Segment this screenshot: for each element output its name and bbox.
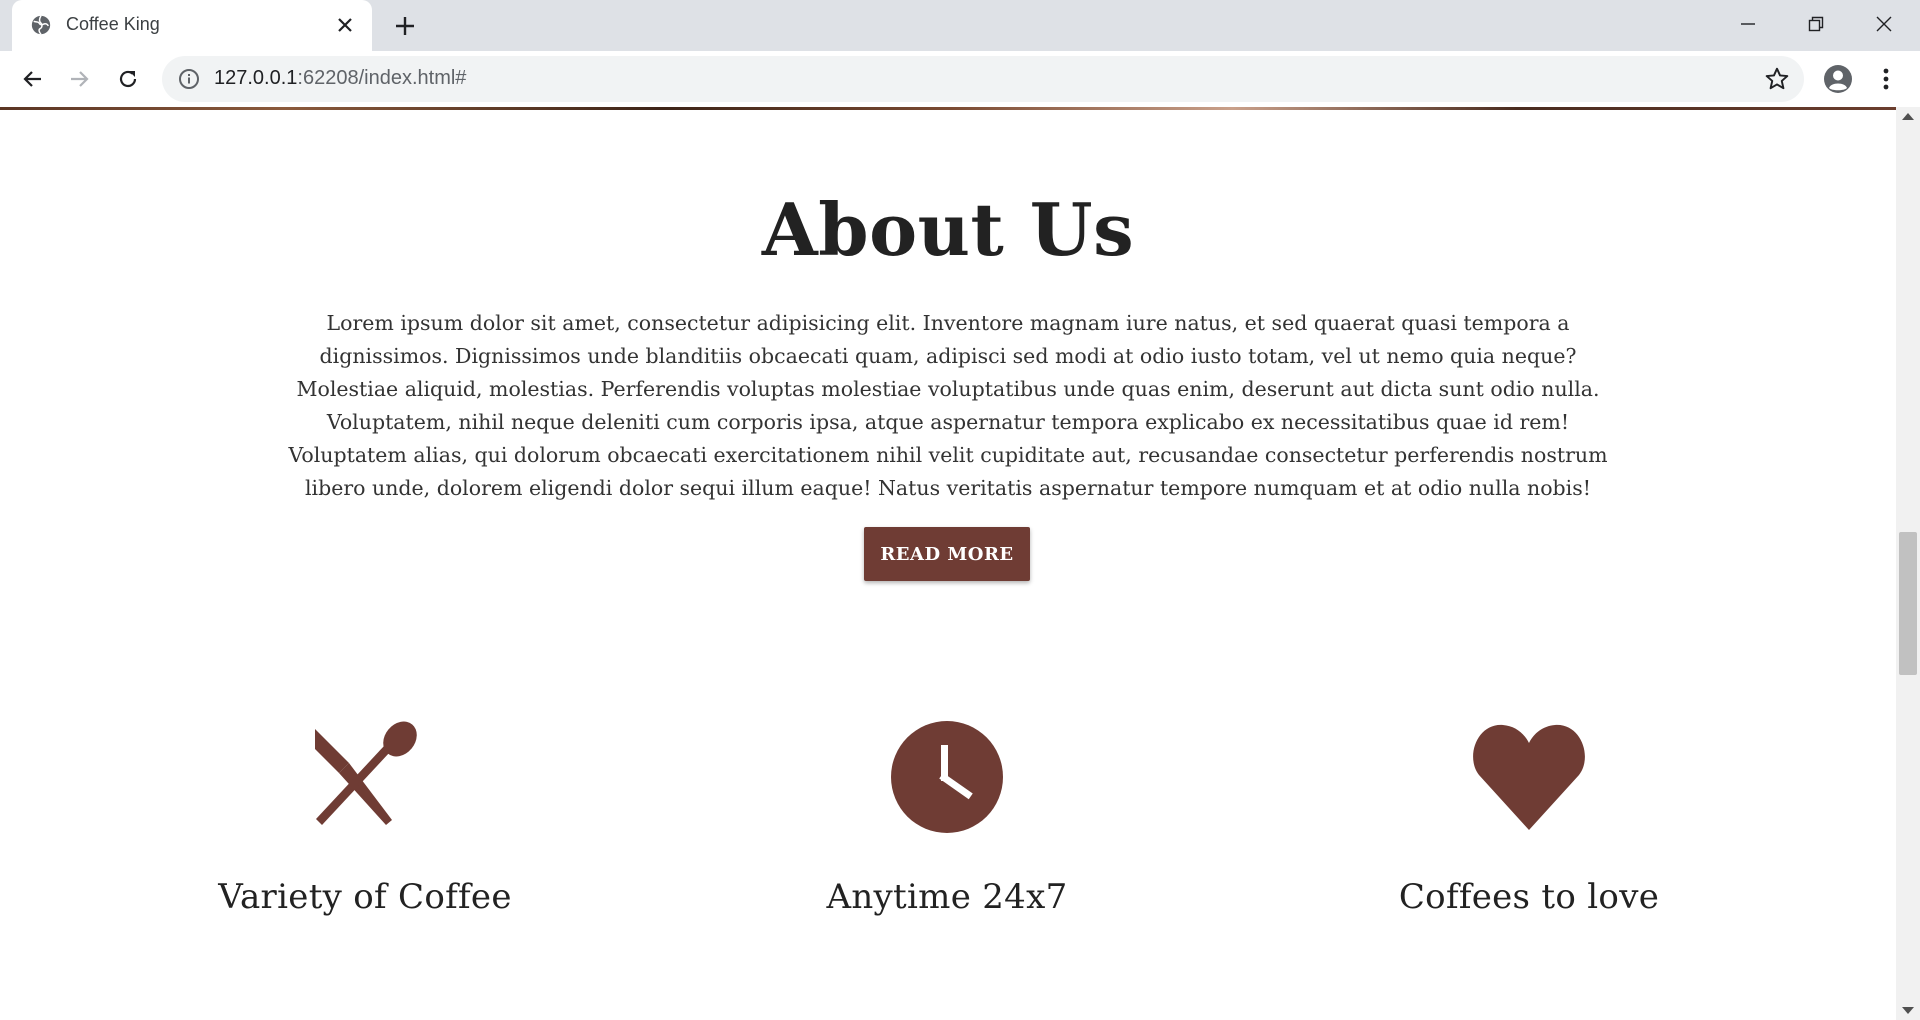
heart-icon — [1473, 724, 1585, 830]
feature-label: Variety of Coffee — [218, 877, 512, 917]
clock-icon — [891, 721, 1003, 833]
url-host: 127.0.0.1 — [214, 67, 298, 89]
reload-icon[interactable] — [112, 63, 144, 95]
feature-anytime: Anytime 24x7 — [747, 717, 1147, 917]
url-text[interactable]: 127.0.0.1:62208/index.html# — [214, 67, 466, 90]
profile-avatar-icon[interactable] — [1822, 63, 1854, 95]
forward-arrow-icon[interactable] — [64, 63, 96, 95]
feature-variety: Variety of Coffee — [165, 717, 565, 917]
scroll-down-arrow-icon[interactable] — [1902, 1007, 1914, 1014]
browser-tab-bar: Coffee King — [0, 0, 1920, 51]
new-tab-icon[interactable] — [392, 13, 418, 39]
page-viewport: About Us Lorem ipsum dolor sit amet, con… — [0, 107, 1896, 1020]
about-text: Lorem ipsum dolor sit amet, consectetur … — [288, 311, 1608, 500]
utensils-icon — [315, 721, 417, 825]
scroll-up-arrow-icon[interactable] — [1902, 113, 1914, 120]
url-path: :62208/index.html# — [297, 67, 467, 89]
tab-title: Coffee King — [66, 14, 160, 34]
scrollbar-thumb[interactable] — [1899, 532, 1917, 675]
menu-dots-icon[interactable] — [1870, 63, 1902, 95]
browser-tab[interactable]: Coffee King — [12, 0, 372, 51]
minimize-icon[interactable] — [1734, 10, 1762, 38]
page-scrollbar[interactable] — [1896, 107, 1920, 1020]
bookmark-star-icon[interactable] — [1764, 66, 1790, 92]
hero-image-edge — [0, 107, 1896, 110]
about-title: About Us — [761, 187, 1135, 272]
read-more-button[interactable]: READ MORE — [864, 527, 1030, 581]
back-arrow-icon[interactable] — [16, 63, 48, 95]
globe-icon — [31, 15, 51, 35]
close-tab-icon[interactable] — [334, 14, 356, 36]
address-bar[interactable]: 127.0.0.1:62208/index.html# — [162, 56, 1804, 102]
restore-icon[interactable] — [1802, 10, 1830, 38]
browser-toolbar: 127.0.0.1:62208/index.html# — [0, 51, 1920, 107]
feature-love: Coffees to love — [1329, 717, 1729, 917]
info-icon[interactable] — [178, 68, 200, 90]
feature-label: Anytime 24x7 — [826, 877, 1068, 917]
close-window-icon[interactable] — [1870, 10, 1898, 38]
feature-label: Coffees to love — [1398, 877, 1660, 917]
